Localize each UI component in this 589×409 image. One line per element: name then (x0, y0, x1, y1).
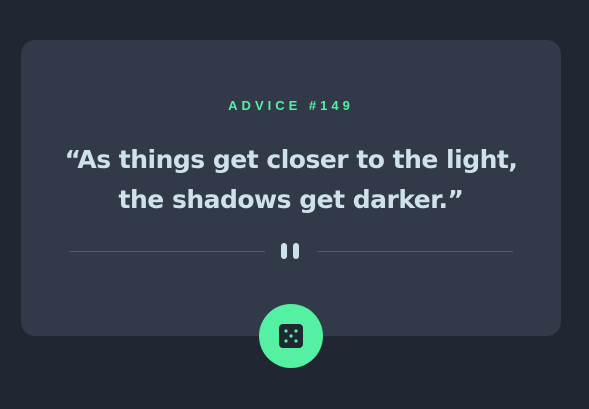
advice-card: ADVICE #149 “As things get closer to the… (21, 40, 561, 336)
advice-number-label: ADVICE #149 (228, 98, 354, 113)
divider-line-left (69, 251, 265, 252)
pause-bar-right (293, 243, 299, 259)
dice-icon (279, 324, 303, 348)
pause-icon (281, 243, 301, 259)
new-advice-button[interactable] (259, 304, 323, 368)
pattern-divider (69, 241, 513, 261)
divider-line-right (317, 251, 513, 252)
advice-quote: “As things get closer to the light, the … (64, 145, 518, 214)
pause-bar-left (281, 243, 287, 259)
